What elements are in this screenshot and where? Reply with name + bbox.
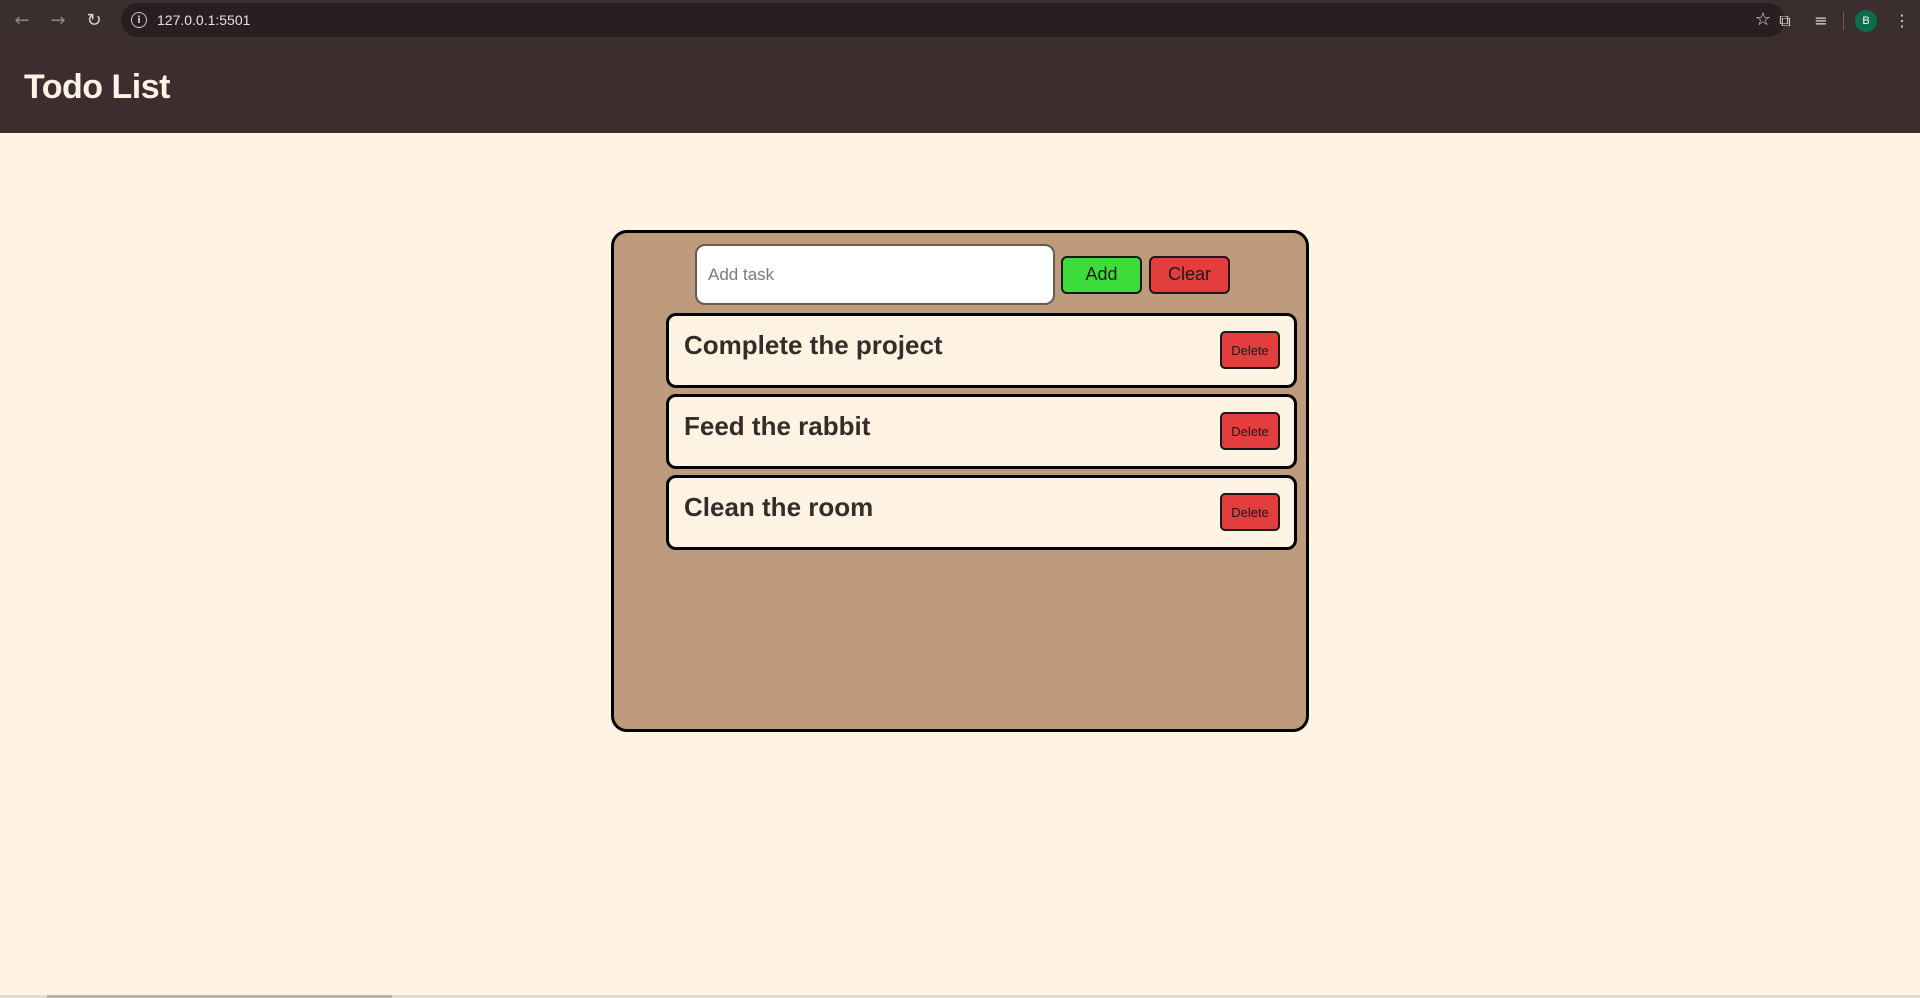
add-task-input[interactable]	[695, 244, 1055, 305]
browser-menu-icon[interactable]: ⋮	[1884, 3, 1920, 39]
app-header: Todo List	[0, 41, 1920, 133]
delete-button[interactable]: Delete	[1220, 331, 1280, 369]
list-item: Feed the rabbit Delete	[666, 394, 1297, 469]
delete-button[interactable]: Delete	[1220, 493, 1280, 531]
clear-button[interactable]: Clear	[1149, 255, 1230, 294]
url-text[interactable]: 127.0.0.1:5501	[157, 12, 250, 28]
forward-arrow-icon[interactable]: →	[40, 3, 76, 39]
address-bar[interactable]: i 127.0.0.1:5501 ☆	[121, 3, 1785, 37]
extensions-icon[interactable]: ⧉	[1767, 3, 1803, 39]
delete-button[interactable]: Delete	[1220, 412, 1280, 450]
task-text: Feed the rabbit	[684, 411, 871, 441]
page-title: Todo List	[24, 67, 170, 106]
reload-icon[interactable]: ↻	[76, 3, 112, 39]
task-text: Clean the room	[684, 492, 874, 522]
site-info-icon[interactable]: i	[131, 12, 147, 28]
media-controls-icon[interactable]: ≡	[1803, 3, 1839, 39]
add-button[interactable]: Add	[1061, 255, 1142, 294]
browser-actions: ⧉ ≡ B ⋮	[1767, 0, 1920, 41]
task-list: Complete the project Delete Feed the rab…	[666, 313, 1297, 556]
back-arrow-icon[interactable]: ←	[4, 3, 40, 39]
task-text: Complete the project	[684, 330, 943, 360]
list-item: Complete the project Delete	[666, 313, 1297, 388]
todo-panel: Add Clear Complete the project Delete Fe…	[611, 230, 1309, 732]
profile-avatar[interactable]: B	[1855, 9, 1877, 32]
browser-toolbar: ← → ↻ i 127.0.0.1:5501 ☆ ⧉ ≡ B ⋮	[0, 0, 1920, 41]
add-task-row: Add Clear	[695, 244, 1230, 305]
list-item: Clean the room Delete	[666, 475, 1297, 550]
toolbar-divider	[1843, 11, 1844, 30]
